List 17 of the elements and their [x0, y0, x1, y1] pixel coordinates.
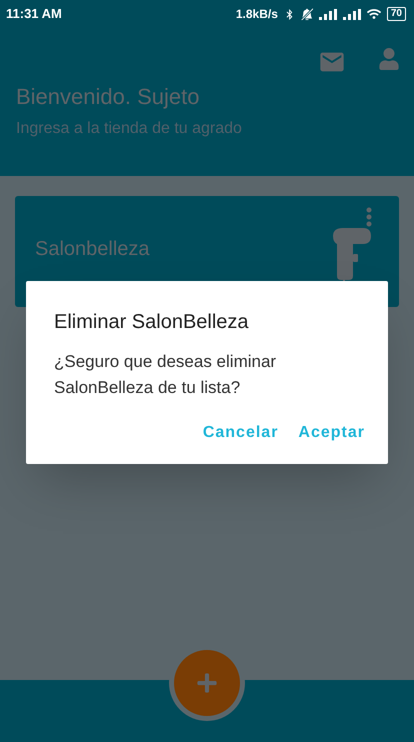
welcome-subtitle: Ingresa a la tienda de tu agrado: [16, 119, 243, 139]
profile-icon[interactable]: [378, 48, 400, 70]
dialog-message: ¿Seguro que deseas eliminar SalonBelleza de tu lista?: [54, 351, 278, 399]
status-time: 11:31 AM: [6, 5, 62, 24]
muted-bell-icon: [300, 8, 313, 20]
store-name: Salonbelleza: [35, 236, 150, 262]
network-speed: 1.8kB/s: [236, 6, 278, 23]
plus-icon: [196, 672, 218, 694]
welcome-title: Bienvenido. Sujeto: [16, 83, 200, 111]
battery-level: 70: [386, 7, 406, 21]
dialog-button[interactable]: Aceptar: [298, 421, 365, 445]
bluetooth-icon: [284, 8, 295, 20]
wifi-icon: [366, 7, 381, 21]
signal-icon: [318, 8, 337, 20]
dialog-button[interactable]: Cancelar: [202, 421, 278, 445]
dialog-title: Eliminar SalonBelleza: [54, 310, 250, 335]
signal-icon: [342, 8, 361, 20]
